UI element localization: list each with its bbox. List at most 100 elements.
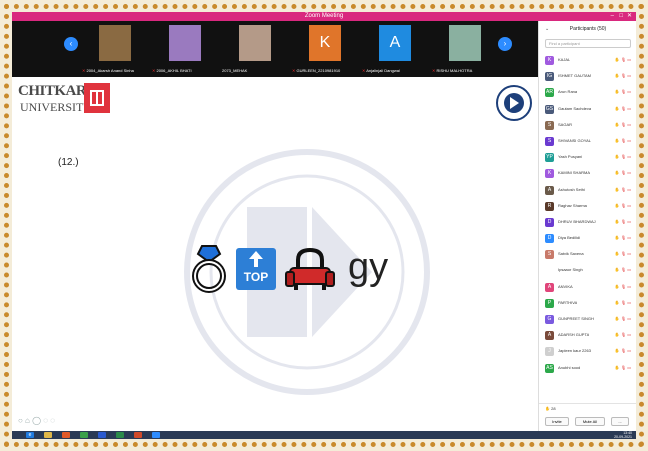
powerpoint-icon[interactable] — [134, 432, 142, 438]
chitkara-logo: CHITKARA UNIVERSITY — [18, 81, 114, 117]
participant-row[interactable]: IG ISHMET GAUTAM ✋ 🎙 ▭ — [539, 69, 636, 85]
participant-name: Japleen kaur 2263 — [558, 348, 591, 354]
muted-mic-icon: 🎙 — [621, 332, 627, 338]
participant-name: ADARSH GUPTA — [558, 332, 590, 338]
participant-name: ISHMET GAUTAM — [558, 73, 591, 79]
video-off-icon: ▭ — [627, 57, 631, 62]
raised-hand-icon: ✋ — [614, 251, 620, 257]
close-button[interactable]: ✕ — [627, 12, 632, 21]
participant-status-icons: ✋ 🎙 ▭ — [615, 219, 631, 224]
gallery-tile[interactable]: A ✕ Anjalinjali Dangwal — [362, 23, 428, 75]
chrome-icon[interactable] — [80, 432, 88, 438]
participant-row[interactable]: A Ashutosh Sethi ✋ 🎙 ▭ — [539, 183, 636, 199]
participant-row[interactable]: AR Arun Rana ✋ 🎙 ▭ — [539, 85, 636, 101]
muted-mic-icon: 🎙 — [621, 186, 627, 192]
participant-name: ANVIKA — [558, 283, 573, 289]
participant-status-icons: ✋ 🎙 ▭ — [615, 122, 631, 127]
muted-mic-icon: 🎙 — [621, 299, 627, 305]
participant-status-icons: ✋ 🎙 ▭ — [615, 300, 631, 305]
participant-status-icons: ✋ 🎙 ▭ — [615, 57, 631, 62]
avatar: D — [545, 217, 554, 227]
top-label: TOP — [243, 270, 269, 284]
participant-row[interactable]: K KAJAL ✋ 🎙 ▭ — [539, 53, 636, 69]
participants-title: Participants (50) — [569, 26, 607, 32]
video-off-icon: ▭ — [627, 332, 631, 338]
video-feed — [239, 25, 271, 61]
participant-name: SHIVANSI GOYAL — [558, 137, 591, 143]
system-clock[interactable]: 13:40 20-09-2021 — [614, 431, 632, 439]
participant-row[interactable]: Ipsaaor Singh ✋ 🎙 ▭ — [539, 263, 636, 279]
ring-icon — [192, 245, 226, 293]
participant-row[interactable]: AS Anubhi sood ✋ 🎙 ▭ — [539, 361, 636, 377]
raised-hand-icon: ✋ — [614, 283, 620, 289]
participant-row[interactable]: D DHRUV BHARDWAJ ✋ 🎙 ▭ — [539, 215, 636, 231]
raised-hands-count: ✋ 28 — [545, 406, 556, 411]
participant-name: Ashutosh Sethi — [558, 186, 585, 192]
muted-mic-icon: 🎙 — [621, 89, 627, 95]
video-feed — [99, 25, 131, 61]
gallery-tile[interactable]: ✕ 2004_Akarsh Anand Sinha — [82, 23, 148, 75]
muted-mic-icon: 🎙 — [621, 316, 627, 321]
more-options-button[interactable]: ... — [611, 417, 629, 426]
participant-row[interactable]: D Diya Bedilidi ✋ 🎙 ▭ — [539, 231, 636, 247]
rebus-suffix-text: gy — [348, 246, 389, 288]
gallery-tile[interactable]: K ✕ GURLEEN_2210981910 — [292, 23, 358, 75]
gallery-tile-name: ✕ 2004_Akarsh Anand Sinha — [82, 68, 148, 73]
video-off-icon: ▭ — [627, 186, 631, 192]
mute-all-button[interactable]: Mute All — [575, 417, 605, 426]
participant-name: Yash Pusyani — [558, 154, 583, 160]
annotation-toolbar-icon[interactable]: ○ ⌂ ◯ ◌ ◌ — [18, 416, 55, 425]
invite-button[interactable]: Invite — [545, 417, 569, 426]
participant-status-icons: ✋ 🎙 ▭ — [615, 348, 631, 353]
window-title: Zoom Meeting — [304, 13, 344, 19]
participant-status-icons: ✋ 🎙 ▭ — [615, 106, 631, 111]
avatar: A — [545, 185, 554, 195]
maximize-button[interactable]: □ — [619, 12, 623, 21]
participant-row[interactable]: A ADARSH GUPTA ✋ 🎙 ▭ — [539, 328, 636, 344]
video-off-icon: ▭ — [627, 170, 631, 176]
video-off-icon: ▭ — [627, 283, 631, 289]
minimize-button[interactable]: – — [611, 12, 614, 21]
participant-row[interactable]: K KAMINI SHARMA ✋ 🎙 ▭ — [539, 166, 636, 182]
gallery-tile-name: 2073_MEHAK — [222, 68, 288, 73]
participant-row[interactable]: J Japleen kaur 2263 ✋ 🎙 ▭ — [539, 344, 636, 360]
participant-row[interactable]: S SAGAR ✋ 🎙 ▭ — [539, 118, 636, 134]
file-explorer-icon[interactable] — [44, 432, 52, 438]
participant-search-input[interactable]: Find a participant — [545, 39, 631, 48]
participant-name: SAGAR — [558, 121, 573, 127]
gallery-tile[interactable]: 2073_MEHAK — [222, 23, 288, 75]
excel-icon[interactable] — [116, 432, 124, 438]
internet-explorer-icon[interactable]: e — [26, 432, 34, 438]
participant-row[interactable]: A ANVIKA ✋ 🎙 ▭ — [539, 280, 636, 296]
collapse-chevron-icon[interactable]: ⌄ — [545, 21, 549, 37]
participant-row[interactable]: S SHIVANSI GOYAL ✋ 🎙 ▭ — [539, 134, 636, 150]
gallery-prev-button[interactable]: ‹ — [64, 37, 78, 51]
brand-bottom-text: UNIVERSITY — [20, 100, 92, 114]
gallery-tile[interactable]: ✕ RISHU MALHOTRA — [432, 23, 498, 75]
participant-row[interactable]: P PARTHIVA ✋ 🎙 ▭ — [539, 296, 636, 312]
participant-row[interactable]: G GUNPREET SINGH ✋ 🎙 ▭ — [539, 312, 636, 328]
avatar: AS — [545, 363, 554, 373]
gallery-strip: ‹ › ✕ 2004_Akarsh Anand Sinha ✕ 2006_AKHI… — [12, 21, 538, 77]
participant-name: 2073_MEHAK — [222, 68, 248, 73]
raised-hand-icon: ✋ — [614, 299, 620, 305]
participant-row[interactable]: YP Yash Pusyani ✋ 🎙 ▭ — [539, 150, 636, 166]
firefox-icon[interactable] — [62, 432, 70, 438]
gallery-tile[interactable]: ✕ 2006_AKHIL BHATI — [152, 23, 218, 75]
raised-hand-icon: ✋ — [614, 186, 620, 192]
shared-slide: CHITKARA UNIVERSITY (12.) TOP gy ○ ⌂ ◯ ◌… — [12, 77, 538, 431]
participant-row[interactable]: GS Gautam Sachdeva ✋ 🎙 ▭ — [539, 102, 636, 118]
chitkara-emblem-icon — [84, 83, 110, 113]
gallery-next-button[interactable]: › — [498, 37, 512, 51]
word-icon[interactable] — [98, 432, 106, 438]
muted-mic-icon: 🎙 — [621, 154, 627, 160]
video-off-icon: ▭ — [627, 251, 631, 257]
video-off-icon: ▭ — [627, 154, 631, 160]
annotation-tools[interactable]: ○ ⌂ ◯ ◌ ◌ — [18, 416, 55, 425]
raised-hand-icon: ✋ — [614, 73, 620, 79]
video-feed — [169, 25, 201, 61]
participant-row[interactable]: R Raghav Sharma ✋ 🎙 ▭ — [539, 199, 636, 215]
zoom-taskbar-icon[interactable] — [152, 432, 160, 438]
participant-status-icons: ✋ 🎙 ▭ — [615, 267, 631, 272]
participant-row[interactable]: S Satvik Saxena ✋ 🎙 ▭ — [539, 247, 636, 263]
